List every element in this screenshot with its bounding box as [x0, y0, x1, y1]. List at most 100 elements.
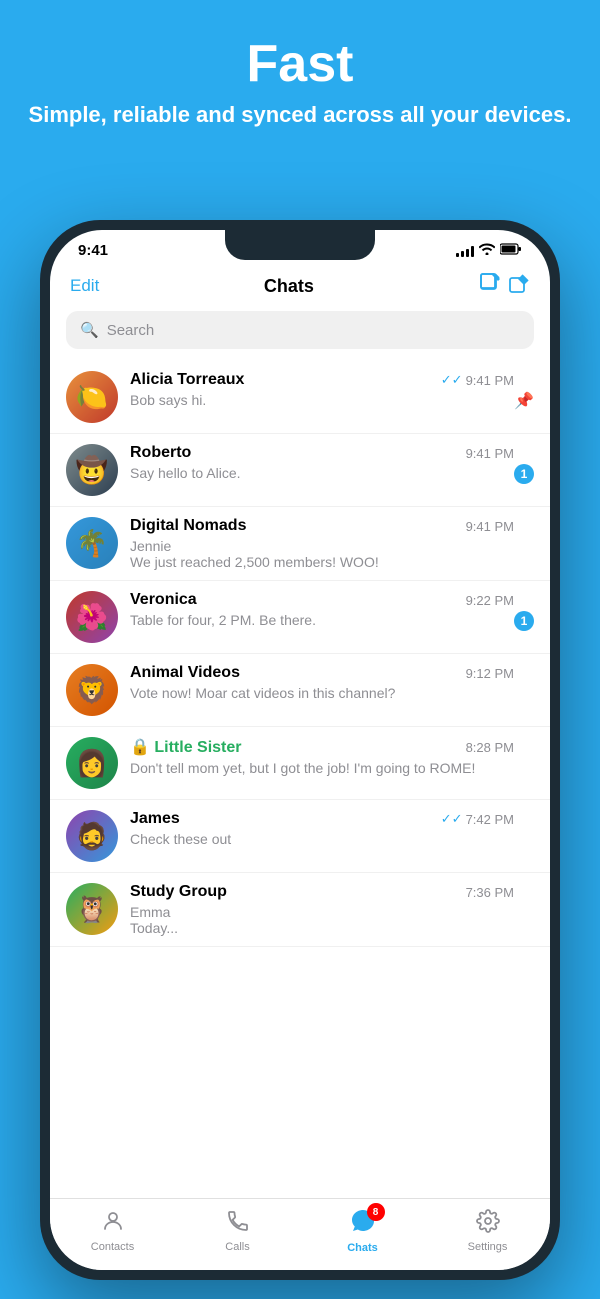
- chat-content: Digital Nomads 9:41 PM Jennie We just re…: [130, 517, 514, 570]
- list-item[interactable]: 🤠 Roberto 9:41 PM Say hello to Alice. 1: [50, 434, 550, 507]
- chat-header: James ✓✓ 7:42 PM: [130, 810, 514, 828]
- contacts-icon: [101, 1209, 125, 1239]
- tab-chats-label: Chats: [347, 1242, 378, 1254]
- avatar-emoji: 🤠: [76, 457, 108, 483]
- chat-time: ✓✓ 9:41 PM: [441, 372, 514, 388]
- chat-name: Animal Videos: [130, 664, 240, 682]
- tab-contacts[interactable]: Contacts: [50, 1209, 175, 1253]
- avatar-emoji: 🌴: [76, 530, 108, 556]
- edit-button[interactable]: Edit: [70, 276, 99, 296]
- list-item[interactable]: 🧔 James ✓✓ 7:42 PM Check these out: [50, 800, 550, 873]
- chat-list: 🍋 Alicia Torreaux ✓✓ 9:41 PM Bob says hi…: [50, 361, 550, 1198]
- hero-subtitle: Simple, reliable and synced across all y…: [0, 101, 600, 130]
- chat-name: James: [130, 810, 180, 828]
- chat-meta: 📌: [514, 391, 534, 411]
- phone-screen: 9:41: [50, 230, 550, 1270]
- search-icon: 🔍: [80, 321, 99, 339]
- chat-time: 9:41 PM: [466, 519, 514, 534]
- calls-icon: [226, 1209, 250, 1239]
- chat-preview: Say hello to Alice.: [130, 465, 514, 481]
- read-receipt-icon: ✓✓: [441, 811, 463, 827]
- search-bar[interactable]: 🔍 Search: [66, 311, 534, 349]
- tab-settings-label: Settings: [468, 1241, 508, 1253]
- search-placeholder: Search: [107, 322, 155, 339]
- chat-content: Alicia Torreaux ✓✓ 9:41 PM Bob says hi.: [130, 371, 514, 408]
- tab-bar: Contacts Calls 8 Chats: [50, 1198, 550, 1270]
- chats-icon-wrapper: 8: [349, 1207, 377, 1240]
- list-item[interactable]: 🌴 Digital Nomads 9:41 PM Jennie We just …: [50, 507, 550, 581]
- chat-name: Veronica: [130, 591, 197, 609]
- chat-preview: We just reached 2,500 members! WOO!: [130, 554, 514, 570]
- tab-contacts-label: Contacts: [91, 1241, 134, 1253]
- chat-time: 7:36 PM: [466, 885, 514, 900]
- chat-time: 9:22 PM: [466, 593, 514, 608]
- compose-button[interactable]: [478, 271, 530, 301]
- chat-content: Veronica 9:22 PM Table for four, 2 PM. B…: [130, 591, 514, 628]
- avatar: 🌺: [66, 591, 118, 643]
- chat-meta: 1: [514, 464, 534, 484]
- chat-time: 8:28 PM: [466, 740, 514, 755]
- chat-content: Study Group 7:36 PM Emma Today...: [130, 883, 514, 936]
- list-item[interactable]: 👩 🔒 Little Sister 8:28 PM Don't tell mom…: [50, 727, 550, 800]
- chat-name: Study Group: [130, 883, 227, 901]
- avatar-emoji: 🌺: [76, 604, 108, 630]
- avatar-emoji: 🦁: [76, 677, 108, 703]
- list-item[interactable]: 🦉 Study Group 7:36 PM Emma Today...: [50, 873, 550, 947]
- chat-header: Digital Nomads 9:41 PM: [130, 517, 514, 535]
- avatar: 🦁: [66, 664, 118, 716]
- avatar: 👩: [66, 737, 118, 789]
- avatar: 🧔: [66, 810, 118, 862]
- status-icons: [456, 243, 522, 258]
- chat-preview: Today...: [130, 920, 514, 936]
- chat-preview: Bob says hi.: [130, 392, 514, 408]
- chat-content: 🔒 Little Sister 8:28 PM Don't tell mom y…: [130, 737, 514, 776]
- list-item[interactable]: 🍋 Alicia Torreaux ✓✓ 9:41 PM Bob says hi…: [50, 361, 550, 434]
- unread-badge: 1: [514, 611, 534, 631]
- chat-name: 🔒 Little Sister: [130, 737, 242, 757]
- avatar: 🦉: [66, 883, 118, 935]
- chat-name: Roberto: [130, 444, 191, 462]
- pin-icon: 📌: [514, 391, 534, 411]
- list-item[interactable]: 🌺 Veronica 9:22 PM Table for four, 2 PM.…: [50, 581, 550, 654]
- chat-header: Veronica 9:22 PM: [130, 591, 514, 609]
- chat-header: 🔒 Little Sister 8:28 PM: [130, 737, 514, 757]
- chat-time: 9:12 PM: [466, 666, 514, 681]
- chat-header: Alicia Torreaux ✓✓ 9:41 PM: [130, 371, 514, 389]
- chat-header: Roberto 9:41 PM: [130, 444, 514, 462]
- chat-header: Study Group 7:36 PM: [130, 883, 514, 901]
- chat-badge: 8: [367, 1203, 385, 1221]
- hero-section: Fast Simple, reliable and synced across …: [0, 0, 600, 154]
- read-receipt-icon: ✓✓: [441, 372, 463, 388]
- list-item[interactable]: 🦁 Animal Videos 9:12 PM Vote now! Moar c…: [50, 654, 550, 727]
- avatar-emoji: 🧔: [76, 823, 108, 849]
- avatar-emoji: 👩: [76, 750, 108, 776]
- phone-frame: 9:41: [40, 220, 560, 1280]
- chat-content: Roberto 9:41 PM Say hello to Alice.: [130, 444, 514, 481]
- avatar: 🍋: [66, 371, 118, 423]
- battery-icon: [500, 243, 522, 258]
- avatar-emoji: 🍋: [76, 384, 108, 410]
- chat-sender: Emma: [130, 904, 514, 920]
- tab-calls-label: Calls: [225, 1241, 249, 1253]
- chat-preview: Don't tell mom yet, but I got the job! I…: [130, 760, 514, 776]
- tab-calls[interactable]: Calls: [175, 1209, 300, 1253]
- nav-title: Chats: [264, 276, 314, 297]
- chat-content: James ✓✓ 7:42 PM Check these out: [130, 810, 514, 847]
- status-time: 9:41: [78, 242, 108, 259]
- avatar: 🤠: [66, 444, 118, 496]
- chat-preview: Table for four, 2 PM. Be there.: [130, 612, 514, 628]
- tab-settings[interactable]: Settings: [425, 1209, 550, 1253]
- wifi-icon: [479, 243, 495, 258]
- chat-time: 9:41 PM: [466, 446, 514, 461]
- phone-notch: [225, 230, 375, 260]
- avatar: 🌴: [66, 517, 118, 569]
- avatar-emoji: 🦉: [76, 896, 108, 922]
- chat-name: Alicia Torreaux: [130, 371, 244, 389]
- chat-time: ✓✓ 7:42 PM: [441, 811, 514, 827]
- nav-bar: Edit Chats: [50, 265, 550, 311]
- unread-badge: 1: [514, 464, 534, 484]
- chat-sender: Jennie: [130, 538, 514, 554]
- settings-icon: [476, 1209, 500, 1239]
- chat-name: Digital Nomads: [130, 517, 246, 535]
- tab-chats[interactable]: 8 Chats: [300, 1207, 425, 1254]
